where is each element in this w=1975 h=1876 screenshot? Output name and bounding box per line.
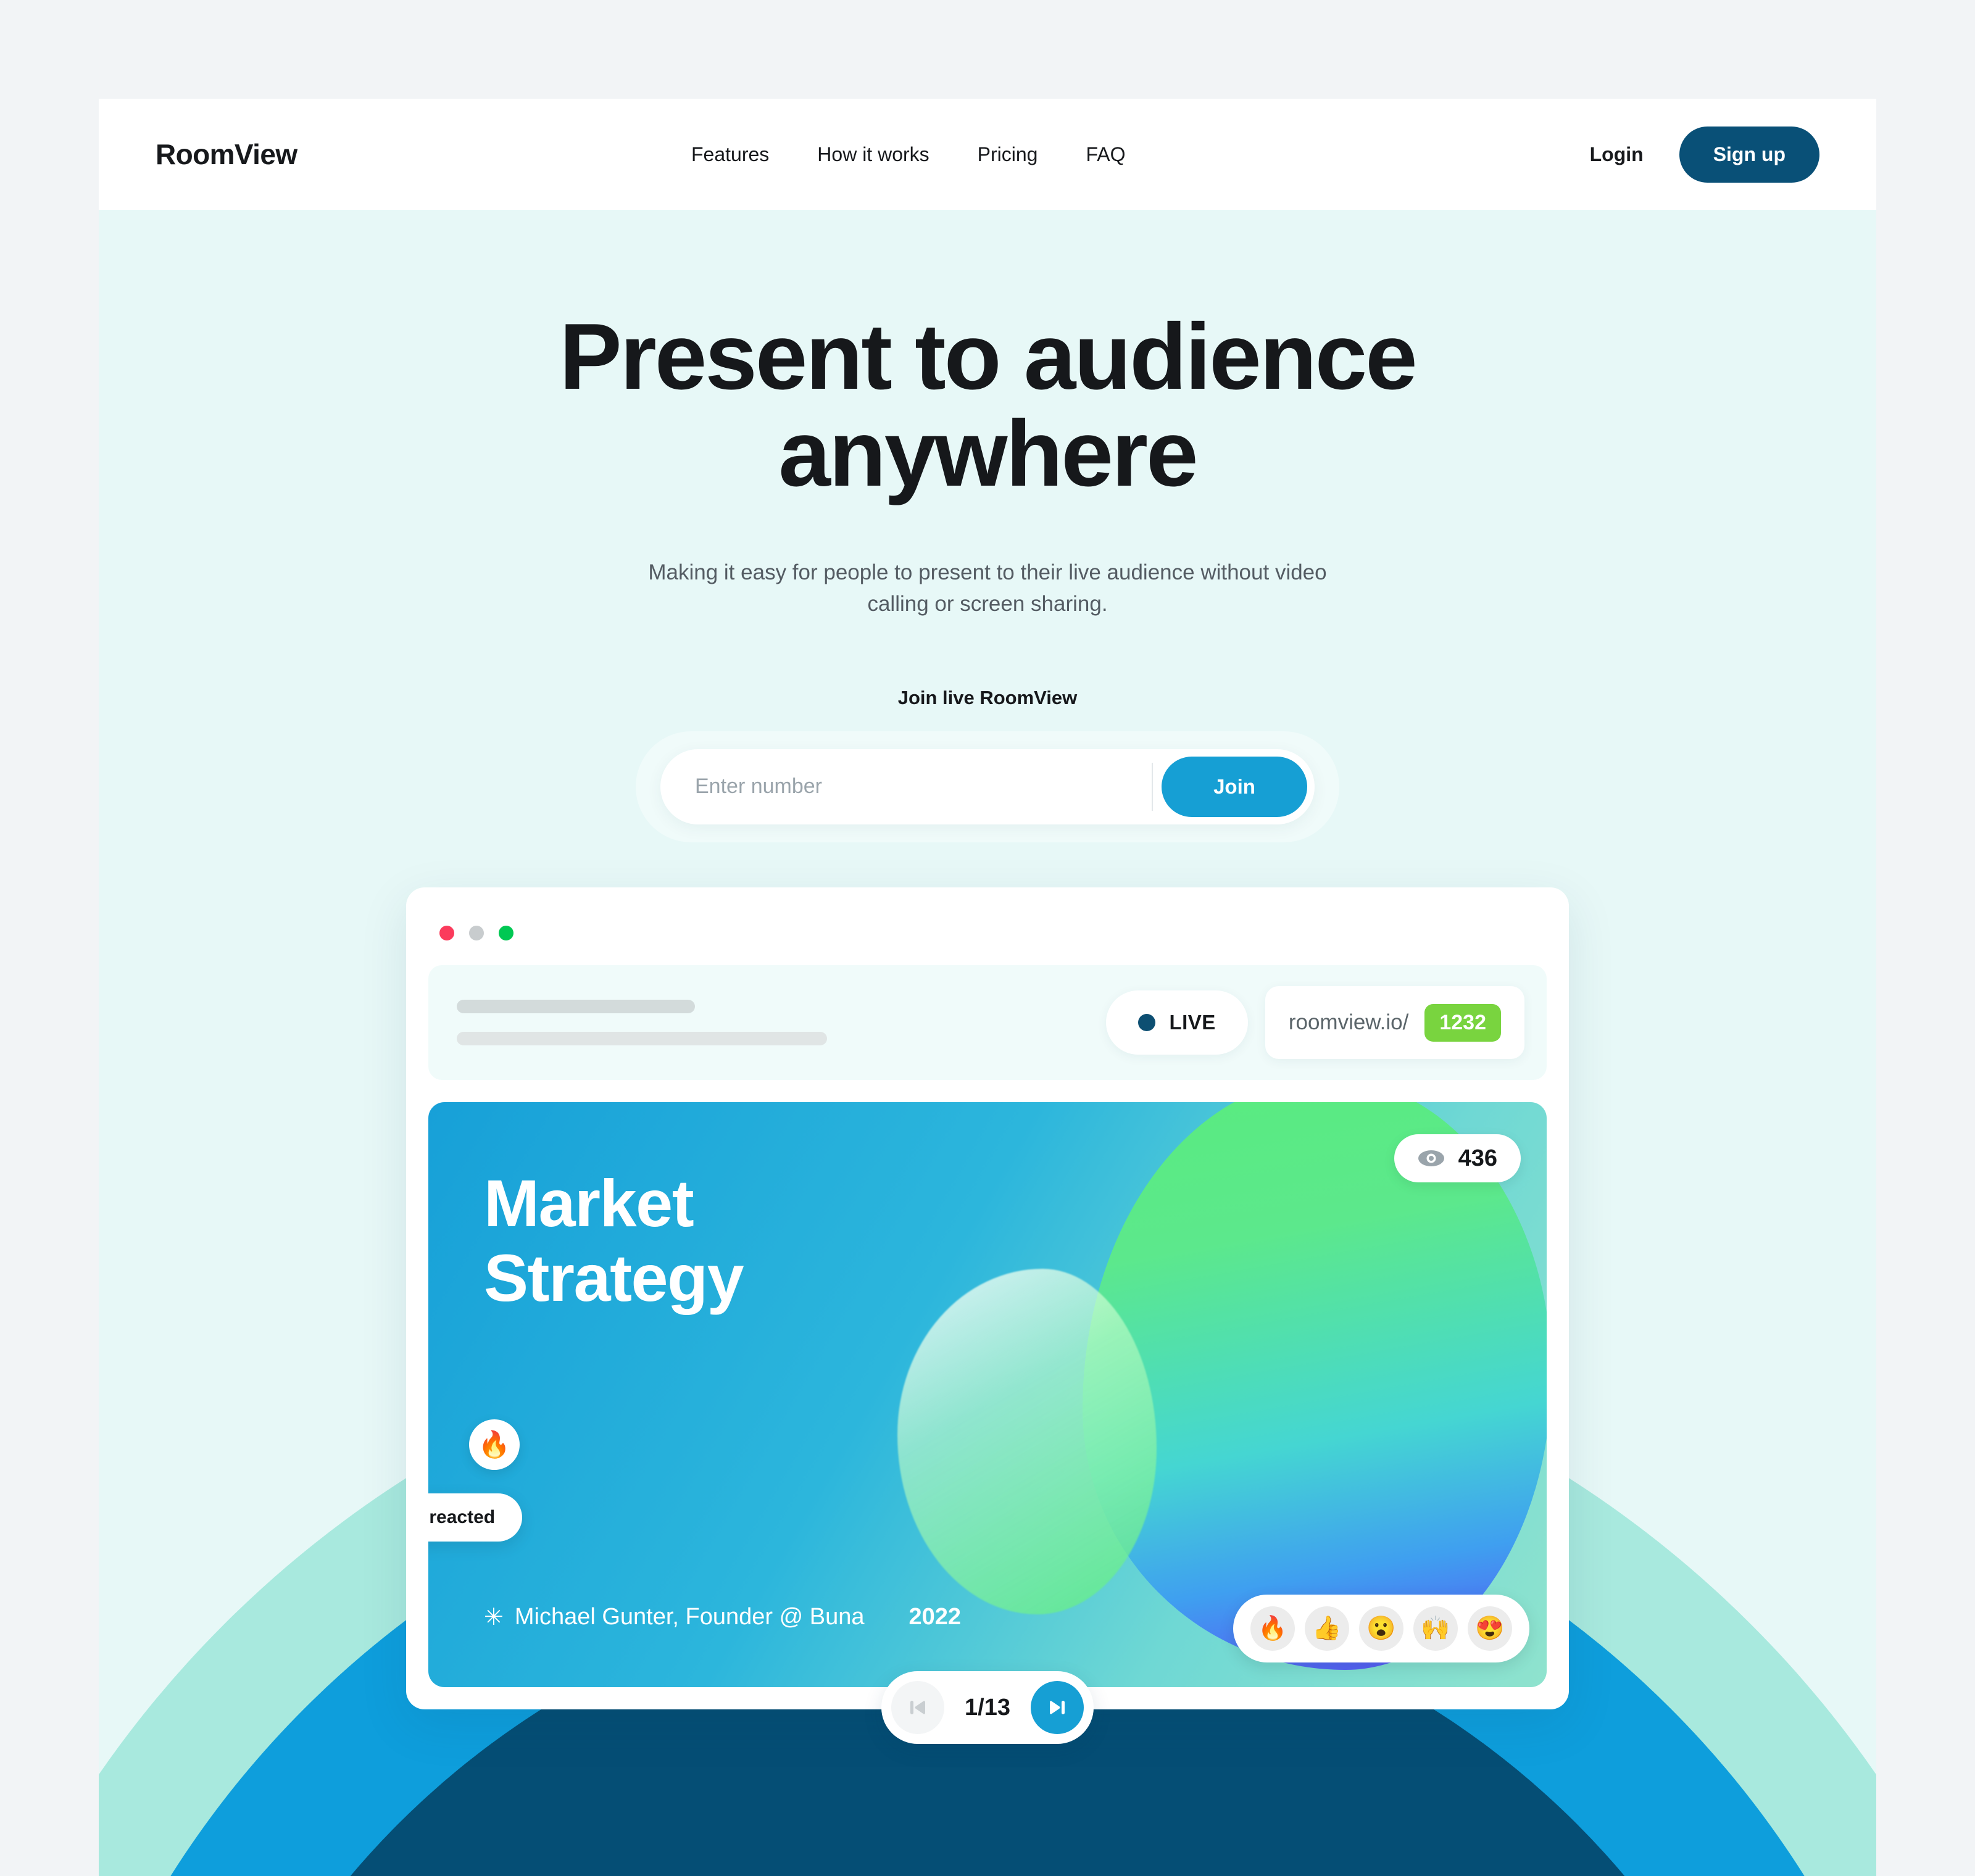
reaction-button-fire[interactable]: 🔥	[1250, 1606, 1295, 1651]
slide-counter: 1/13	[965, 1694, 1010, 1720]
presentation-year: 2022	[908, 1604, 962, 1630]
reaction-button-raisehands[interactable]: 🙌	[1413, 1606, 1458, 1651]
join-divider	[1152, 762, 1153, 811]
top-navigation-bar: RoomView Features How it works Pricing F…	[99, 99, 1876, 210]
asterisk-icon: ✳	[484, 1604, 504, 1630]
slide-title-line-1: Market	[484, 1166, 694, 1240]
nav-link-pricing[interactable]: Pricing	[978, 143, 1038, 166]
skeleton-line-long	[457, 1032, 827, 1045]
join-form: Join	[660, 749, 1315, 824]
room-code-badge: 1232	[1424, 1003, 1501, 1042]
toolbar-placeholder-lines	[457, 1000, 827, 1045]
close-window-dot[interactable]	[439, 926, 454, 940]
presenter-name: Michael Gunter, Founder @ Buna	[514, 1604, 865, 1630]
brand-logo[interactable]: RoomView	[156, 138, 297, 171]
reaction-button-wow[interactable]: 😮	[1359, 1606, 1403, 1651]
live-indicator-dot	[1138, 1014, 1156, 1031]
nav-links: Features How it works Pricing FAQ	[691, 143, 1125, 166]
hero-section: Present to audience anywhere Making it e…	[99, 210, 1876, 842]
hero-subtitle: Making it easy for people to present to …	[648, 560, 1327, 616]
join-form-halo: Join	[636, 731, 1339, 842]
presentation-toolbar: LIVE roomview.io/ 1232	[428, 965, 1547, 1080]
nav-link-how-it-works[interactable]: How it works	[817, 143, 929, 166]
skeleton-line-short	[457, 1000, 695, 1013]
viewer-count-value: 436	[1458, 1145, 1497, 1171]
login-link[interactable]: Login	[1590, 143, 1644, 166]
decorative-blob-small	[897, 1269, 1157, 1614]
live-status-badge: LIVE	[1106, 990, 1248, 1055]
minimize-window-dot[interactable]	[469, 926, 484, 940]
reaction-button-thumbsup[interactable]: 👍	[1305, 1606, 1349, 1651]
presentation-slide: Market Strategy 436 🔥 Someone reacted ✳ …	[428, 1102, 1547, 1687]
toolbar-right-group: LIVE roomview.io/ 1232	[1106, 986, 1524, 1059]
decorative-blob-large	[1083, 1102, 1547, 1670]
nav-actions: Login Sign up	[1590, 126, 1819, 183]
presenter-credit: ✳ Michael Gunter, Founder @ Buna 2022	[484, 1604, 961, 1630]
next-slide-button[interactable]	[1031, 1681, 1084, 1734]
reaction-button-heart-eyes[interactable]: 😍	[1468, 1606, 1512, 1651]
join-button[interactable]: Join	[1162, 756, 1307, 817]
room-url-badge[interactable]: roomview.io/ 1232	[1265, 986, 1524, 1059]
viewer-count-badge: 436	[1394, 1134, 1521, 1182]
skip-back-icon	[910, 1701, 925, 1714]
window-traffic-lights	[428, 887, 1547, 965]
join-form-label: Join live RoomView	[897, 686, 1078, 708]
previous-slide-button[interactable]	[891, 1681, 944, 1734]
slide-title-line-2: Strategy	[484, 1240, 744, 1315]
browser-mockup: LIVE roomview.io/ 1232 Market Strategy 4…	[406, 887, 1569, 1744]
reactions-bar: 🔥 👍 😮 🙌 😍	[1233, 1595, 1529, 1662]
slide-title: Market Strategy	[484, 1166, 744, 1316]
reaction-toast: Someone reacted	[428, 1493, 523, 1542]
page-title: Present to audience anywhere	[559, 304, 1417, 506]
nav-link-features[interactable]: Features	[691, 143, 769, 166]
nav-link-faq[interactable]: FAQ	[1086, 143, 1125, 166]
maximize-window-dot[interactable]	[499, 926, 514, 940]
skip-forward-icon	[1050, 1701, 1065, 1714]
room-number-input[interactable]	[660, 774, 1152, 799]
signup-button[interactable]: Sign up	[1679, 126, 1819, 183]
live-label: LIVE	[1169, 1011, 1216, 1034]
slide-navigation: 1/13	[881, 1671, 1094, 1744]
floating-reaction-bubble: 🔥	[469, 1419, 520, 1470]
eye-icon	[1418, 1150, 1444, 1166]
landing-page: RoomView Features How it works Pricing F…	[99, 99, 1876, 1876]
room-url-text: roomview.io/	[1288, 1010, 1409, 1034]
